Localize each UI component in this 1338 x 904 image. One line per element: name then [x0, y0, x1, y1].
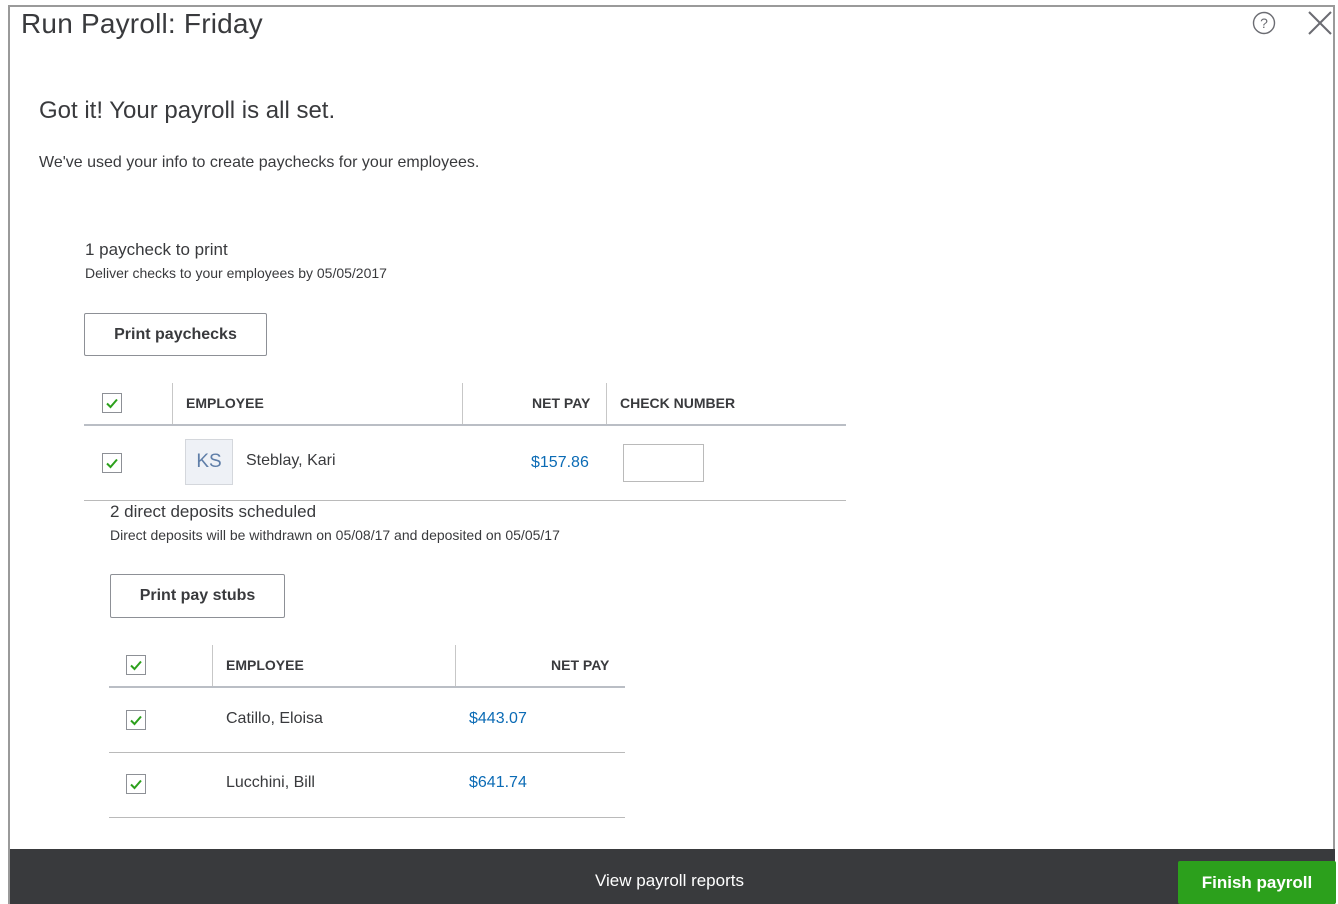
row-checkbox[interactable]: [126, 710, 146, 730]
column-divider: [172, 383, 173, 424]
header-divider: [109, 686, 625, 688]
checkmark-icon: [130, 715, 142, 726]
svg-text:?: ?: [1260, 15, 1268, 31]
paychecks-col-net-pay: NET PAY: [532, 395, 591, 411]
print-paychecks-button[interactable]: Print paychecks: [84, 313, 267, 356]
column-divider: [455, 645, 456, 686]
view-payroll-reports-link[interactable]: View payroll reports: [595, 871, 744, 891]
dialog-title: Run Payroll: Friday: [21, 8, 263, 39]
row-checkbox[interactable]: [126, 774, 146, 794]
row-divider: [109, 752, 625, 753]
net-pay-link[interactable]: $443.07: [469, 710, 527, 728]
paychecks-col-check-number: CHECK NUMBER: [620, 395, 736, 411]
finish-payroll-button[interactable]: Finish payroll: [1178, 861, 1336, 904]
column-divider: [606, 383, 607, 424]
paychecks-title: 1 paycheck to print: [85, 240, 228, 259]
direct-deposits-title: 2 direct deposits scheduled: [110, 502, 317, 521]
header-divider: [84, 424, 846, 426]
paychecks-subtitle: Deliver checks to your employees by 05/0…: [85, 265, 387, 281]
help-icon[interactable]: ?: [1252, 11, 1276, 35]
employee-name: Steblay, Kari: [246, 452, 336, 469]
checkmark-icon: [106, 398, 118, 409]
net-pay-link[interactable]: $641.74: [469, 774, 527, 792]
row-checkbox[interactable]: [102, 453, 122, 473]
close-icon[interactable]: [1305, 8, 1335, 38]
direct-deposits-subtitle: Direct deposits will be withdrawn on 05/…: [110, 527, 560, 543]
paychecks-col-employee: EMPLOYEE: [186, 395, 264, 411]
success-headline: Got it! Your payroll is all set.: [39, 97, 336, 124]
column-divider: [462, 383, 463, 424]
success-subline: We've used your info to create paychecks…: [39, 154, 480, 171]
employee-name: Catillo, Eloisa: [226, 710, 323, 727]
employee-name: Lucchini, Bill: [226, 774, 315, 791]
deposits-select-all-checkbox[interactable]: [126, 655, 146, 675]
net-pay-link[interactable]: $157.86: [531, 454, 589, 472]
deposits-col-employee: EMPLOYEE: [226, 657, 304, 673]
checkmark-icon: [106, 458, 118, 469]
column-divider: [212, 645, 213, 686]
row-divider: [84, 500, 846, 501]
row-divider: [109, 817, 625, 818]
deposits-col-net-pay: NET PAY: [551, 657, 610, 673]
checkmark-icon: [130, 779, 142, 790]
checkmark-icon: [130, 660, 142, 671]
check-number-input[interactable]: [623, 444, 704, 482]
print-pay-stubs-button[interactable]: Print pay stubs: [110, 574, 285, 618]
avatar: KS: [185, 439, 233, 485]
paychecks-select-all-checkbox[interactable]: [102, 393, 122, 413]
